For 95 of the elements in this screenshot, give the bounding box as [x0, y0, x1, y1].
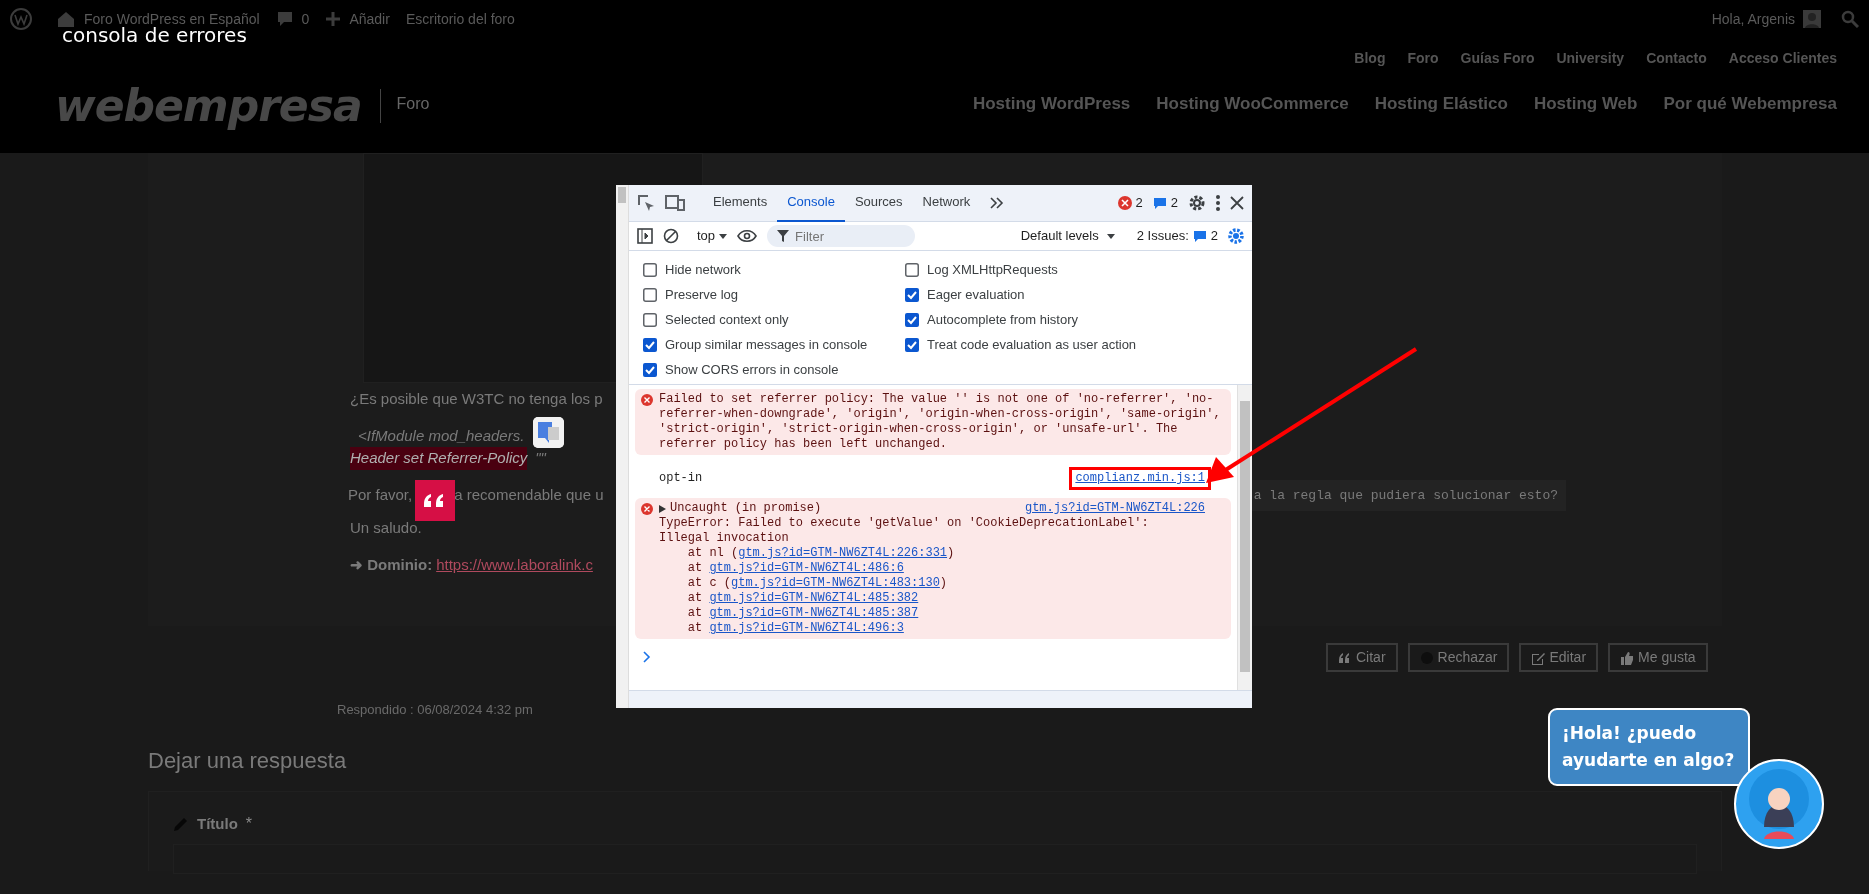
section-heading: Dejar una respuesta: [148, 747, 347, 775]
error-icon: [641, 503, 653, 515]
stack-frame: at c (gtm.js?id=GTM-NW6ZT4L:483:130): [659, 576, 1225, 591]
post-text: Un saludo.: [350, 518, 422, 538]
sidebar-icon[interactable]: [637, 228, 653, 244]
dashboard-link[interactable]: Escritorio del foro: [405, 8, 515, 30]
checkbox[interactable]: [905, 337, 919, 352]
domain-label: ➜ Dominio:: [350, 554, 433, 575]
source-link[interactable]: gtm.js?id=GTM-NW6ZT4L:226: [1024, 501, 1205, 516]
devtools-tab[interactable]: Console: [777, 184, 845, 222]
devtools-tab[interactable]: Elements: [703, 184, 778, 222]
more-tabs-icon[interactable]: [990, 197, 1005, 209]
code-text: <IfModule mod_headers.: [357, 425, 525, 446]
checkbox[interactable]: [643, 362, 657, 377]
field-label: Título: [197, 813, 238, 834]
inspect-icon[interactable]: [637, 194, 655, 212]
required-mark: *: [245, 814, 253, 834]
devtools-tab[interactable]: Sources: [844, 184, 913, 222]
filter-icon: [777, 230, 790, 242]
post-text: a recomendable que u: [454, 485, 604, 505]
settings-icon[interactable]: [1188, 194, 1206, 212]
console-message: opt-in: [659, 471, 703, 486]
section-label: Foro: [379, 88, 430, 123]
issues-button[interactable]: 2 Issues: 2: [1136, 226, 1218, 246]
checkbox-option[interactable]: Show CORS errors in console: [643, 357, 905, 382]
caret-icon: [719, 233, 728, 239]
comment-count: 0: [301, 9, 310, 29]
checkbox[interactable]: [905, 287, 919, 302]
filter-field[interactable]: Filter: [767, 225, 916, 247]
avatar-icon[interactable]: [1734, 759, 1824, 849]
post-action-button[interactable]: Citar: [1326, 643, 1398, 672]
stack-link[interactable]: gtm.js?id=GTM-NW6ZT4L:226:331: [738, 546, 948, 560]
post-text: Por favor,: [348, 485, 413, 505]
error-count[interactable]: 2: [1135, 193, 1143, 213]
settings-icon[interactable]: [1228, 228, 1244, 244]
checkbox-option[interactable]: Selected context only: [643, 307, 905, 332]
stack-link[interactable]: gtm.js?id=GTM-NW6ZT4L:485:382: [709, 591, 919, 605]
scrollbar[interactable]: [1237, 385, 1252, 690]
checkbox[interactable]: [643, 262, 657, 277]
stack-link[interactable]: gtm.js?id=GTM-NW6ZT4L:496:3: [709, 621, 904, 635]
highlighted-code: Header set Referrer-Policy: [350, 447, 528, 470]
expand-triangle-icon: [659, 504, 666, 513]
code-text: "": [535, 448, 546, 468]
post-action-button[interactable]: Rechazar: [1407, 643, 1510, 672]
device-icon[interactable]: [665, 194, 685, 212]
clear-icon[interactable]: [663, 228, 679, 244]
stack-frame: at gtm.js?id=GTM-NW6ZT4L:496:3: [659, 621, 1225, 636]
devtools-tab[interactable]: Network: [912, 184, 981, 222]
stack-link[interactable]: gtm.js?id=GTM-NW6ZT4L:486:6: [709, 561, 904, 575]
action-icon: [1620, 650, 1635, 665]
error-icon: [641, 394, 653, 406]
chat-bubble[interactable]: ¡Hola! ¿puedo ayudarte en algo?: [1548, 708, 1750, 786]
translate-icon[interactable]: [533, 417, 564, 448]
error-icon: [1117, 196, 1132, 210]
checkbox[interactable]: [643, 337, 657, 352]
source-link[interactable]: complianz.min.js:1: [1069, 467, 1211, 490]
scrollbar[interactable]: [616, 185, 629, 708]
checkbox-option[interactable]: Preserve log: [643, 282, 905, 307]
reply-date: Respondido : 06/08/2024 4:32 pm: [337, 701, 533, 719]
post-text: ¿Es posible que W3TC no tenga los p: [350, 389, 603, 409]
checkbox-option[interactable]: Group similar messages in console: [643, 332, 905, 357]
checkbox[interactable]: [643, 312, 657, 327]
greeting-text[interactable]: Hola, Argenis: [1711, 8, 1795, 30]
stack-frame: at nl (gtm.js?id=GTM-NW6ZT4L:226:331): [659, 546, 1225, 561]
checkbox-option[interactable]: Hide network: [643, 257, 905, 282]
checkbox-option[interactable]: Autocomplete from history: [905, 307, 1238, 332]
caret-icon: [1106, 233, 1115, 239]
post-action-button[interactable]: Editar: [1519, 643, 1599, 672]
context-dropdown[interactable]: top: [697, 226, 728, 246]
prompt-icon[interactable]: [643, 651, 651, 663]
console-message: Failed to set referrer policy: The value '' is not one of 'no-referrer', 'no-referrer-when-downgrade', 'origin', 'origin-when-cross-origin', 'same-origin', 'strict-origin', 'strict-origin-when-cross-origin', or 'unsafe-url'. The referrer policy has been left unchanged.: [659, 392, 1222, 452]
stack-link[interactable]: gtm.js?id=GTM-NW6ZT4L:485:387: [709, 606, 919, 620]
stack-frame: at gtm.js?id=GTM-NW6ZT4L:485:387: [659, 606, 1225, 621]
message-icon: [1152, 196, 1167, 210]
post-action-button[interactable]: Me gusta: [1608, 643, 1708, 672]
checkbox[interactable]: [643, 287, 657, 302]
eye-icon[interactable]: [737, 229, 758, 243]
message-count[interactable]: 2: [1170, 193, 1178, 213]
checkbox-option[interactable]: Eager evaluation: [905, 282, 1238, 307]
stack-link[interactable]: gtm.js?id=GTM-NW6ZT4L:483:130: [731, 576, 940, 590]
domain-link[interactable]: https://www.laboralink.c: [436, 553, 593, 576]
close-icon[interactable]: [1230, 196, 1244, 210]
action-icon: [1531, 650, 1546, 665]
stack-frame: at gtm.js?id=GTM-NW6ZT4L:485:382: [659, 591, 1225, 606]
checkbox[interactable]: [905, 262, 919, 277]
action-icon: [1338, 650, 1352, 665]
expand-toggle[interactable]: Uncaught (in promise): [659, 501, 822, 516]
checkbox-option[interactable]: Treat code evaluation as user action: [905, 332, 1238, 357]
message-icon: [1192, 229, 1207, 243]
checkbox[interactable]: [905, 312, 919, 327]
kebab-menu-icon[interactable]: [1216, 195, 1220, 211]
stack-frame: at gtm.js?id=GTM-NW6ZT4L:486:6: [659, 561, 1225, 576]
add-link[interactable]: Añadir: [349, 8, 390, 30]
checkbox-option[interactable]: Log XMLHttpRequests: [905, 257, 1238, 282]
levels-dropdown[interactable]: Default levels: [1020, 226, 1115, 246]
